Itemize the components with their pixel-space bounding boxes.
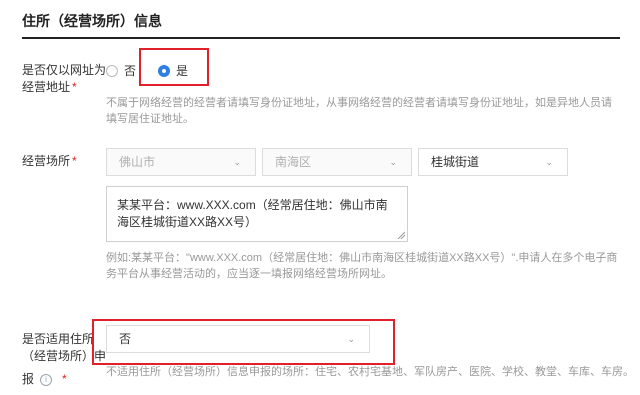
required-mark: * xyxy=(72,80,77,94)
applicable-label-end: 报 i * xyxy=(22,372,67,386)
section-divider xyxy=(22,37,620,39)
radio-no[interactable] xyxy=(106,64,118,77)
chevron-down-icon: ⌄ xyxy=(389,157,397,167)
info-icon[interactable]: i xyxy=(40,373,53,386)
city-select[interactable]: 佛山市 ⌄ xyxy=(106,148,256,176)
premises-label: 经营场所 * xyxy=(22,154,77,168)
highlight-box-online xyxy=(139,48,209,86)
resize-grip-icon[interactable] xyxy=(397,231,405,239)
street-select[interactable]: 桂城街道 ⌄ xyxy=(418,148,568,176)
section-title: 住所（经营场所）信息 xyxy=(22,13,162,29)
premises-hint: 例如:某某平台："www.XXX.com（经常居住地：佛山市南海区桂城街道XX路… xyxy=(106,252,618,280)
chevron-down-icon: ⌄ xyxy=(233,157,241,167)
required-mark: * xyxy=(62,372,67,386)
district-select[interactable]: 南海区 ⌄ xyxy=(262,148,412,176)
required-mark: * xyxy=(72,154,77,168)
online-address-hint: 不属于网络经营的经营者请填写身份证地址，从事网络经营的经营者请填写身份证地址，如… xyxy=(106,97,612,125)
radio-option-no[interactable]: 否 xyxy=(106,62,136,80)
chevron-down-icon: ⌄ xyxy=(545,157,553,167)
address-textarea[interactable]: 某某平台：www.XXX.com（经常居住地：佛山市南海区桂城街道XX路XX号） xyxy=(106,186,408,242)
applicable-hint: 不适用住所（经营场所）信息申报的场所：住宅、农村宅基地、军队房产、医院、学校、教… xyxy=(106,366,634,378)
online-address-label: 是否仅以网址为 经营地址 * xyxy=(22,63,107,94)
highlight-box-applicable xyxy=(92,319,395,365)
